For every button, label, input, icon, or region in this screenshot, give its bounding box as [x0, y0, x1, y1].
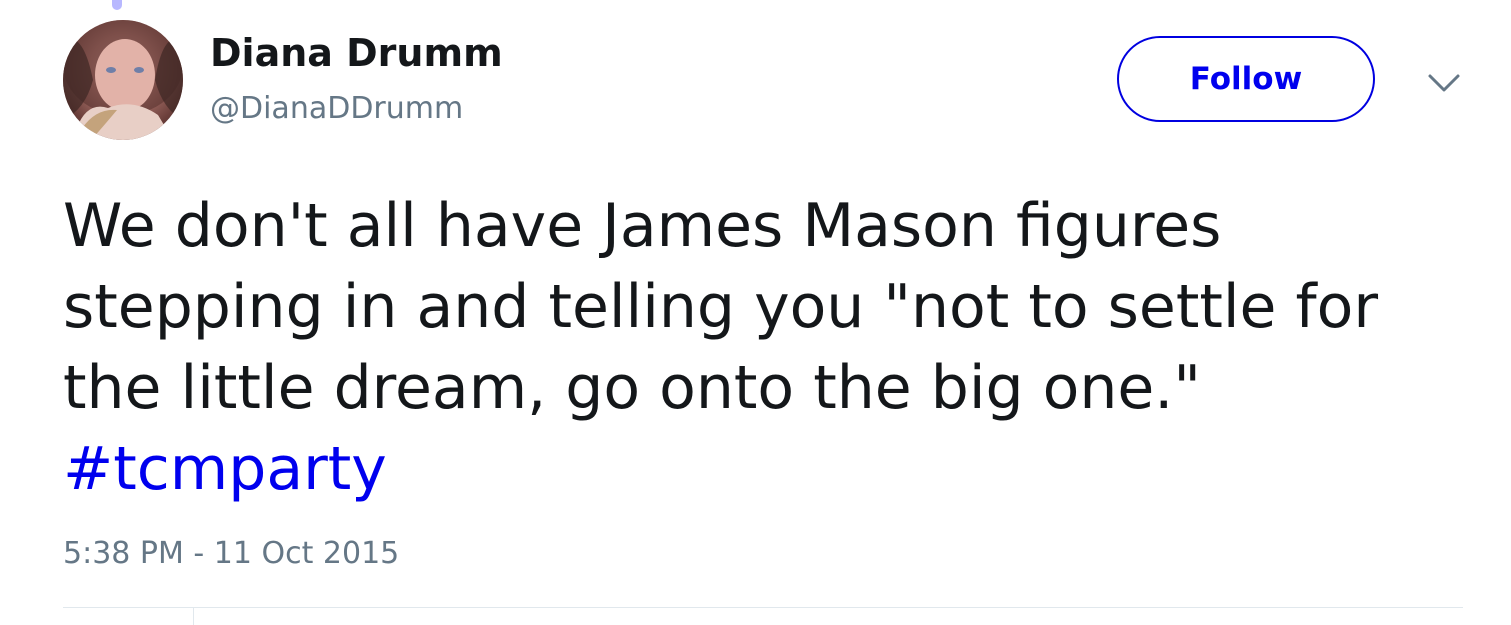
avatar-photo: [63, 20, 183, 140]
divider-tick: [193, 608, 194, 625]
follow-button[interactable]: Follow: [1117, 36, 1375, 122]
avatar[interactable]: [63, 20, 183, 140]
author-name[interactable]: Diana Drumm: [210, 30, 503, 76]
chevron-down-icon[interactable]: [1424, 64, 1464, 104]
tweet-text-line: stepping in and telling you "not to sett…: [63, 272, 1379, 342]
tweet-timestamp[interactable]: 5:38 PM - 11 Oct 2015: [63, 534, 399, 574]
tweet-text-line: We don't all have James Mason figures: [63, 191, 1222, 261]
follow-button-label: Follow: [1189, 61, 1303, 97]
top-edge-mark: [112, 0, 122, 10]
author-handle[interactable]: @DianaDDrumm: [210, 90, 463, 128]
tweet-text-line: the little dream, go onto the big one.": [63, 353, 1201, 423]
tweet-text: We don't all have James Mason figures st…: [63, 186, 1463, 510]
hashtag-link[interactable]: #tcmparty: [63, 429, 1463, 510]
divider: [63, 607, 1463, 608]
